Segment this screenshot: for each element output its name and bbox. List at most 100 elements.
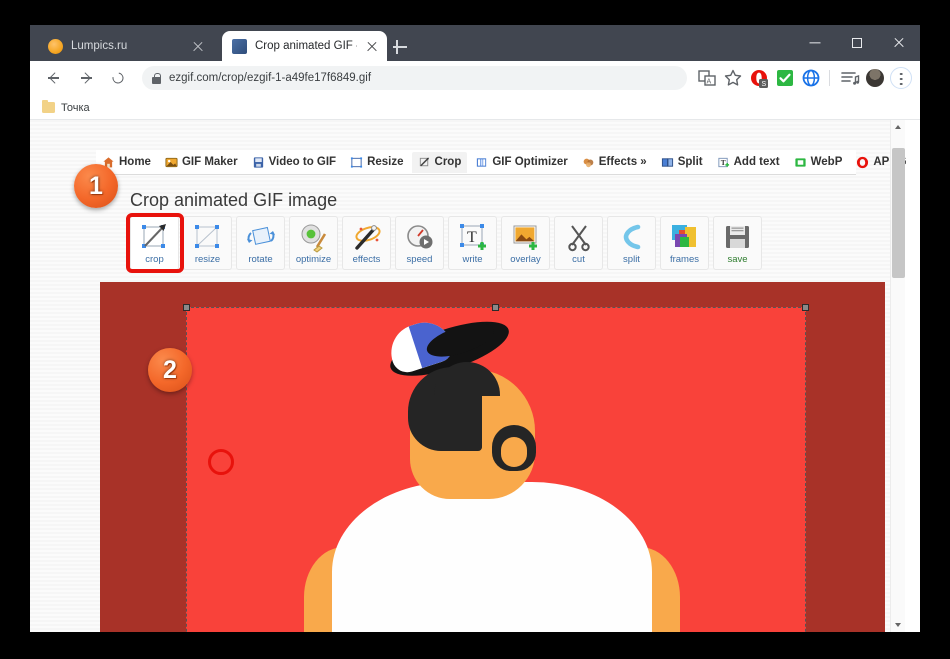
nav-item-crop[interactable]: Crop	[411, 151, 468, 173]
nav-item-effects[interactable]: Effects »	[576, 152, 653, 173]
close-icon[interactable]	[191, 39, 205, 53]
browser-tab-ezgif[interactable]: Crop animated GIF - gif-man-me	[222, 31, 387, 61]
tool-label: resize	[194, 254, 221, 265]
tool-button-rotate[interactable]: rotate	[236, 216, 285, 270]
folder-icon	[42, 100, 55, 113]
tool-label: save	[727, 254, 748, 265]
nav-label: Resize	[367, 156, 404, 168]
scroll-down-arrow-icon[interactable]	[891, 617, 906, 632]
tool-button-split[interactable]: split	[607, 216, 656, 270]
tool-label: crop	[145, 254, 164, 265]
tool-button-row: crop resize rotate optimize effects spee…	[130, 216, 762, 270]
tool-button-crop[interactable]: crop	[130, 216, 179, 270]
nav-label: Crop	[434, 156, 462, 168]
star-icon[interactable]	[721, 66, 745, 90]
tool-button-overlay[interactable]: overlay	[501, 216, 550, 270]
back-arrow-icon[interactable]	[41, 65, 67, 91]
browser-toolbar: ezgif.com/crop/ezgif-1-a49fe17f6849.gif …	[30, 61, 920, 96]
forward-arrow-icon[interactable]	[73, 65, 99, 91]
nav-label: Add text	[733, 156, 780, 168]
crop-selection[interactable]	[183, 304, 809, 632]
crop-handle-top-right[interactable]	[802, 304, 809, 311]
browser-window: Lumpics.ru Crop animated GIF - gif-man-m…	[30, 25, 920, 632]
chrome-menu-icon[interactable]	[890, 67, 912, 89]
tab-title: Lumpics.ru	[71, 40, 128, 52]
nav-item-split[interactable]: Split	[655, 152, 709, 173]
frames-tool-icon	[668, 221, 702, 253]
speed-tool-icon	[403, 221, 437, 253]
page-title: Crop animated GIF image	[130, 190, 338, 210]
add-text-icon: T	[717, 156, 730, 169]
lock-icon	[152, 72, 161, 84]
svg-text:T: T	[467, 229, 477, 246]
crop-handle-highlight	[208, 449, 234, 475]
close-icon[interactable]	[878, 25, 920, 61]
scrollbar-thumb[interactable]	[892, 148, 905, 278]
rotate-tool-icon	[244, 221, 278, 253]
nav-item-gif-maker[interactable]: GIF Maker	[159, 152, 244, 173]
nav-item-add-text[interactable]: T Add text	[711, 152, 786, 173]
tool-button-effects[interactable]: effects	[342, 216, 391, 270]
maximize-icon[interactable]	[836, 25, 878, 61]
tool-label: overlay	[510, 254, 541, 265]
optimizer-icon	[475, 156, 488, 169]
video-icon	[252, 156, 265, 169]
bookmarks-bar: Точка	[30, 96, 920, 120]
translate-icon[interactable]: A	[695, 66, 719, 90]
reading-list-icon[interactable]	[838, 66, 862, 90]
tool-button-save[interactable]: save	[713, 216, 762, 270]
apng-icon	[856, 156, 869, 169]
new-tab-button[interactable]	[390, 37, 410, 57]
bookmark-label: Точка	[61, 101, 90, 114]
orange-circle-icon	[48, 38, 63, 54]
opera-extension-icon[interactable]: S	[747, 66, 771, 90]
tool-label: frames	[669, 254, 700, 265]
svg-text:T: T	[720, 158, 725, 167]
nav-label: Video to GIF	[268, 156, 337, 168]
resize-tool-icon	[191, 221, 225, 253]
minimize-icon[interactable]	[794, 25, 836, 61]
tool-button-speed[interactable]: speed	[395, 216, 444, 270]
vertical-scrollbar[interactable]	[890, 120, 905, 632]
tool-button-optimize[interactable]: optimize	[289, 216, 338, 270]
tool-label: write	[462, 254, 483, 265]
nav-item-video-to-gif[interactable]: Video to GIF	[246, 152, 343, 173]
address-bar[interactable]: ezgif.com/crop/ezgif-1-a49fe17f6849.gif	[142, 66, 687, 90]
bookmark-tochka[interactable]: Точка	[42, 100, 90, 114]
split-icon	[661, 156, 674, 169]
nav-item-gif-optimizer[interactable]: GIF Optimizer	[469, 152, 573, 173]
tool-label: rotate	[248, 254, 273, 265]
site-nav: Home GIF Maker Video to GIF Resize Crop …	[96, 150, 907, 175]
close-icon[interactable]	[365, 39, 379, 53]
step-badge-2: 2	[148, 348, 192, 392]
nav-label: Home	[119, 156, 151, 168]
tool-button-resize[interactable]: resize	[183, 216, 232, 270]
tool-label: cut	[572, 254, 585, 265]
write-tool-icon: T	[456, 221, 490, 253]
crop-handle-top-left[interactable]	[183, 304, 190, 311]
tool-button-cut[interactable]: cut	[554, 216, 603, 270]
save-tool-icon	[721, 221, 755, 253]
crop-icon	[418, 156, 431, 169]
ezgif-favicon	[232, 38, 247, 54]
effects-icon	[582, 156, 595, 169]
nav-item-resize[interactable]: Resize	[344, 152, 409, 173]
tool-button-frames[interactable]: frames	[660, 216, 709, 270]
checkmark-extension-icon[interactable]	[773, 66, 797, 90]
webp-icon	[794, 156, 807, 169]
tool-button-write[interactable]: T write	[448, 216, 497, 270]
crop-handle-top-center[interactable]	[492, 304, 499, 311]
avatar[interactable]	[866, 69, 884, 87]
reload-icon[interactable]	[105, 65, 131, 91]
optimize-tool-icon	[297, 221, 331, 253]
nav-item-webp[interactable]: WebP	[788, 152, 849, 173]
gif-maker-icon	[165, 156, 178, 169]
nav-label: GIF Maker	[181, 156, 238, 168]
overlay-tool-icon	[509, 221, 543, 253]
browser-tab-lumpics[interactable]: Lumpics.ru	[38, 31, 213, 61]
scroll-up-arrow-icon[interactable]	[891, 120, 906, 135]
globe-extension-icon[interactable]	[799, 66, 823, 90]
tool-label: speed	[406, 254, 433, 265]
url-text: ezgif.com/crop/ezgif-1-a49fe17f6849.gif	[169, 72, 372, 84]
nav-label: Effects »	[598, 156, 647, 168]
